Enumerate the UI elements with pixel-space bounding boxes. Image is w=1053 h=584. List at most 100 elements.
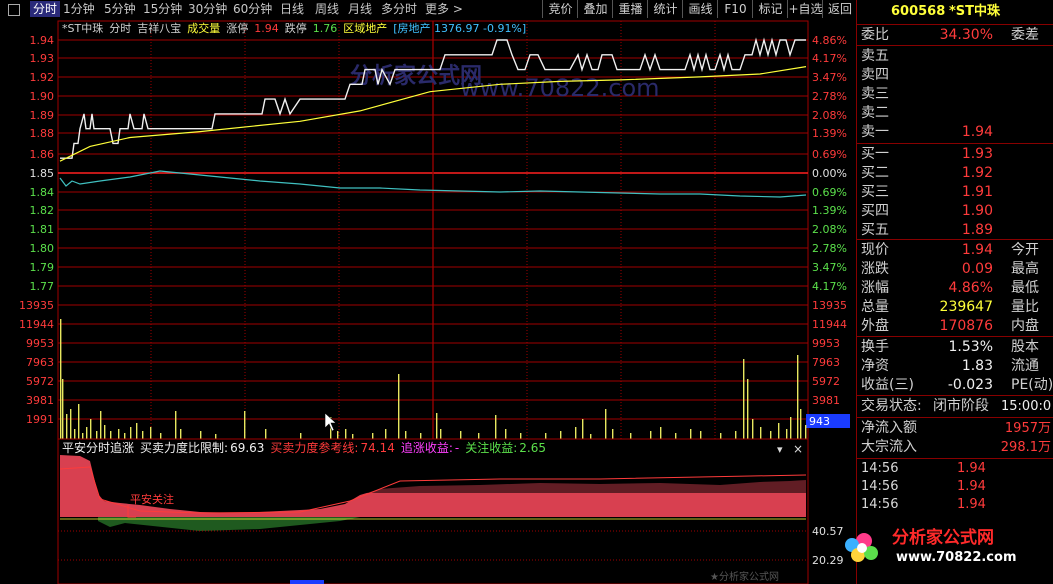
quote-row-4: 外盘 170876 内盘 [861, 317, 1051, 336]
volume-bar [786, 429, 788, 439]
volume-bar [160, 433, 162, 439]
tab-8[interactable]: 月线 [348, 1, 372, 17]
indicator-header-part: 平安分时追涨 [62, 440, 134, 455]
ask-row-5-label: 卖五 [861, 48, 889, 64]
tab-7[interactable]: 周线 [315, 1, 339, 17]
volume-bar [398, 374, 400, 439]
pct-tick: 4.17% [812, 52, 847, 65]
flow-row-0-value: 1957万 [1004, 421, 1051, 436]
price-tick: 1.85 [30, 167, 55, 180]
bid-row-3: 买三 1.91 [861, 183, 1051, 202]
indicator-header-part: 买卖力度比限制: [140, 440, 228, 455]
volume-bar [700, 431, 702, 439]
ask-row-3: 卖三 [861, 85, 1051, 104]
tab-9[interactable]: 多分时 [381, 1, 417, 17]
toolbar-button-6[interactable]: 标记 [752, 0, 788, 18]
logo-graphic: 分析家公式网 www.70822.com [845, 527, 1017, 565]
volume-bar [142, 431, 144, 439]
chart-watermark-url: www.70822.com [460, 74, 660, 102]
quote-row-0: 现价 1.94 今开 [861, 241, 1051, 260]
stat-row-0-label: 换手 [861, 339, 889, 355]
pct-tick: 3.47% [812, 71, 847, 84]
toolbar-button-2[interactable]: 重播 [612, 0, 648, 18]
stat-row-1-label: 净资 [861, 358, 889, 374]
trade-time: 15:00:0 [1001, 399, 1052, 414]
volume-bar [460, 431, 462, 439]
quote-row-4-value: 170876 [939, 318, 993, 334]
price-tick: 1.94 [30, 34, 55, 47]
volume-bar [244, 411, 246, 439]
volume-bar [104, 425, 106, 439]
volume-bar [60, 319, 62, 439]
tab-4[interactable]: 30分钟 [188, 1, 227, 17]
trade-status-row: 交易状态: 闭市阶段 15:00:0 [861, 397, 1051, 416]
dropdown-icon[interactable]: ▾ [777, 443, 783, 456]
toolbar-button-3[interactable]: 统计 [647, 0, 683, 18]
toolbar-button-4[interactable]: 画线 [682, 0, 718, 18]
volume-tick-right: 5972 [812, 375, 840, 388]
bid-row-4-label: 买四 [861, 203, 889, 219]
tab-5[interactable]: 60分钟 [233, 1, 272, 17]
volume-bar [372, 433, 374, 439]
toolbar-button-7[interactable]: +自选 [787, 0, 823, 18]
price-tick: 1.86 [30, 148, 55, 161]
indicator-header-part: 关注收益: [465, 440, 517, 455]
header-part: 跌停 [285, 21, 307, 35]
pct-tick: 4.86% [812, 34, 847, 47]
quote-row-1-value: 0.09 [961, 261, 993, 277]
svg-text:943: 943 [809, 415, 830, 428]
price-tick: 1.84 [30, 186, 55, 199]
volume-bar [800, 409, 802, 439]
volume-tick-right: 9953 [812, 337, 840, 350]
bid-row-3-label: 买三 [861, 184, 889, 200]
ask-row-2-label: 卖二 [861, 105, 889, 121]
volume-bar [560, 431, 562, 439]
stat-row-2-label2: PE(动) [1011, 377, 1053, 393]
price-tick: 1.90 [30, 90, 55, 103]
bid-row-5-value: 1.89 [961, 222, 993, 238]
close-icon[interactable]: × [793, 442, 803, 456]
indicator-dark-band [360, 479, 806, 493]
tab-1[interactable]: 1分钟 [63, 1, 95, 17]
bid-row-4: 买四 1.90 [861, 202, 1051, 221]
tab-6[interactable]: 日线 [280, 1, 304, 17]
quote-row-0-label2: 今开 [1011, 242, 1039, 258]
stat-row-2-value: -0.023 [947, 377, 993, 393]
toolbar-button-0[interactable]: 竞价 [542, 0, 578, 18]
volume-bar [78, 404, 80, 439]
volume-bar [778, 423, 780, 439]
volume-bar [150, 427, 152, 439]
volume-bar [650, 431, 652, 439]
volume-bar [520, 433, 522, 439]
stat-row-1: 净资 1.83 流通 [861, 357, 1051, 376]
tab-0[interactable]: 分时 [30, 1, 61, 17]
tab-2[interactable]: 5分钟 [104, 1, 136, 17]
toolbar-button-5[interactable]: F10 [717, 0, 753, 18]
pct-tick: 2.08% [812, 223, 847, 236]
scroll-marker[interactable] [290, 580, 324, 584]
volume-bar [175, 411, 177, 439]
layout-icon[interactable] [8, 4, 20, 16]
pct-tick: 1.39% [812, 127, 847, 140]
toolbar-button-1[interactable]: 叠加 [577, 0, 613, 18]
bid-row-2: 买二 1.92 [861, 164, 1051, 183]
flow-row-1: 大宗流入 298.1万 [861, 438, 1051, 457]
intraday-chart[interactable]: *ST中珠 分时 吉祥八宝 成交量 涨停 1.94 跌停 1.76 区域地产 [房地产 1376.… [0, 18, 856, 584]
volume-bar [675, 433, 677, 439]
tab-3[interactable]: 15分钟 [143, 1, 182, 17]
indicator-header-part: 追涨收益: [401, 440, 453, 455]
volume-bar [790, 417, 792, 439]
weicha-label: 委差 [1011, 27, 1039, 43]
toolbar-button-8[interactable]: 返回 [822, 0, 857, 18]
ask-row-2: 卖二 [861, 104, 1051, 123]
volume-bar [735, 431, 737, 439]
pct-tick: 0.00% [812, 167, 847, 180]
bid-row-2-label: 买二 [861, 165, 889, 181]
header-part: 区域地产 [343, 21, 387, 35]
pct-tick: 2.08% [812, 109, 847, 122]
volume-bar [720, 433, 722, 439]
volume-bar [70, 409, 72, 439]
tab-10[interactable]: 更多 > [425, 1, 463, 17]
price-tick: 1.93 [30, 52, 55, 65]
volume-tick-left: 1991 [26, 413, 54, 426]
